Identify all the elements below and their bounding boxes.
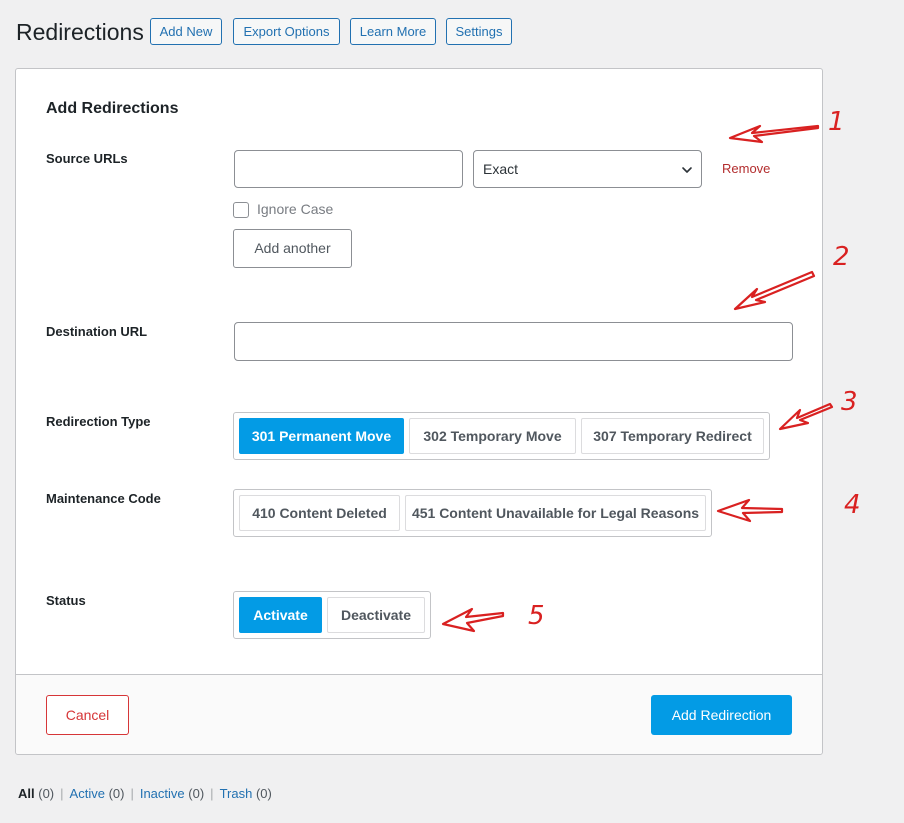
ignore-case-checkbox[interactable]: [233, 202, 249, 218]
maintenance-code-label: Maintenance Code: [46, 491, 161, 506]
deactivate-button[interactable]: Deactivate: [327, 597, 425, 633]
card-title: Add Redirections: [46, 100, 179, 117]
filter-inactive-count: (0): [188, 786, 205, 801]
filter-active[interactable]: Active: [70, 786, 105, 801]
remove-link[interactable]: Remove: [722, 160, 770, 177]
source-urls-label: Source URLs: [46, 151, 128, 166]
add-new-button[interactable]: Add New: [150, 18, 222, 45]
filter-all[interactable]: All: [18, 786, 35, 801]
destination-url-input[interactable]: [234, 322, 793, 361]
settings-button[interactable]: Settings: [446, 18, 512, 45]
page-title: Redirections: [16, 19, 144, 45]
type-302-button[interactable]: 302 Temporary Move: [409, 418, 576, 454]
destination-url-label: Destination URL: [46, 324, 148, 339]
export-options-button[interactable]: Export Options: [233, 18, 340, 45]
match-type-select[interactable]: Exact: [473, 150, 702, 188]
ignore-case-label: Ignore Case: [257, 201, 334, 217]
annotation-number-5: 5: [528, 601, 545, 631]
filter-trash[interactable]: Trash: [220, 786, 253, 801]
code-451-button[interactable]: 451 Content Unavailable for Legal Reason…: [405, 495, 706, 531]
annotation-number-4: 4: [844, 490, 861, 520]
match-type-value: Exact: [483, 161, 519, 177]
source-url-input[interactable]: [234, 150, 463, 188]
status-label: Status: [46, 593, 86, 608]
status-filters: All (0) | Active (0) | Inactive (0) | Trash (0…: [18, 786, 272, 801]
filter-all-count: (0): [38, 786, 55, 801]
chevron-down-icon: [682, 167, 692, 173]
type-301-button[interactable]: 301 Permanent Move: [239, 418, 404, 454]
code-410-button[interactable]: 410 Content Deleted: [239, 495, 400, 531]
filter-active-count: (0): [108, 786, 125, 801]
add-another-button[interactable]: Add another: [233, 229, 352, 268]
annotation-number-3: 3: [841, 387, 858, 417]
annotation-number-2: 2: [833, 242, 850, 272]
add-redirection-button[interactable]: Add Redirection: [651, 695, 792, 735]
filter-inactive[interactable]: Inactive: [140, 786, 185, 801]
type-307-button[interactable]: 307 Temporary Redirect: [581, 418, 764, 454]
cancel-button[interactable]: Cancel: [46, 695, 129, 735]
annotation-number-1: 1: [828, 107, 845, 137]
learn-more-button[interactable]: Learn More: [350, 18, 436, 45]
filter-trash-count: (0): [255, 786, 272, 801]
activate-button[interactable]: Activate: [239, 597, 322, 633]
redirection-type-label: Redirection Type: [46, 414, 151, 429]
